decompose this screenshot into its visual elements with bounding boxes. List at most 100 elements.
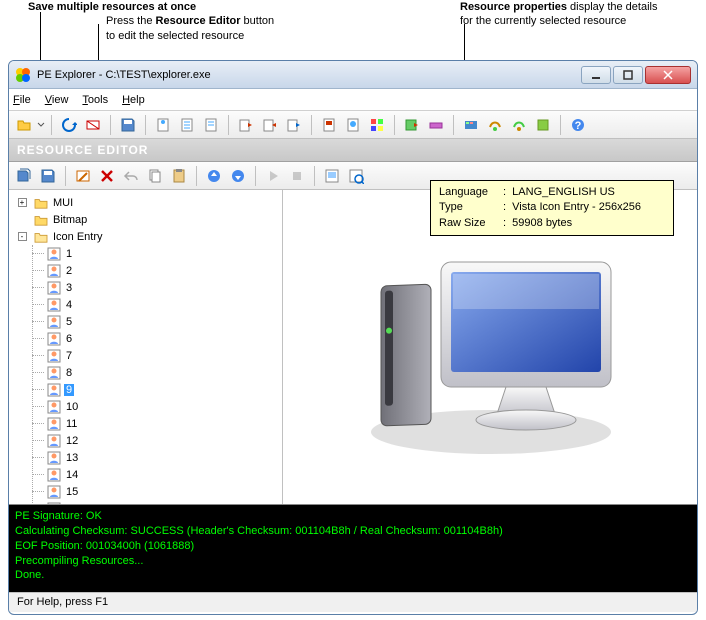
tree-folder[interactable]: - Icon Entry [13, 228, 278, 245]
minimize-button[interactable] [581, 66, 611, 84]
tree-item-label: 6 [64, 333, 74, 345]
tree-item-label: 2 [64, 265, 74, 277]
window-title: PE Explorer - C:\TEST\explorer.exe [37, 69, 581, 81]
tree-item[interactable]: 12 [33, 432, 278, 449]
down-button[interactable] [227, 165, 249, 187]
help-button[interactable]: ? [567, 114, 589, 136]
res1-button[interactable] [318, 114, 340, 136]
preview-panel [283, 190, 697, 504]
save-all-button[interactable] [13, 165, 35, 187]
tree-item[interactable]: 6 [33, 330, 278, 347]
menu-tools[interactable]: Tools [82, 94, 108, 106]
tree-item-label: 14 [64, 469, 80, 481]
expand-toggle[interactable]: - [18, 232, 27, 241]
disabled-button [82, 114, 104, 136]
tree-item[interactable]: 16 [33, 500, 278, 504]
tree-item-label: 15 [64, 486, 80, 498]
tool1-button[interactable] [401, 114, 423, 136]
callout-props: Resource properties display the details … [460, 0, 690, 29]
resource-editor-button[interactable] [72, 165, 94, 187]
res2-button[interactable] [342, 114, 364, 136]
menu-view[interactable]: View [45, 94, 69, 106]
plugin4-button[interactable] [532, 114, 554, 136]
tree-item[interactable]: 9 [33, 381, 278, 398]
editor-band: RESOURCE EDITOR [9, 139, 697, 162]
save-button[interactable] [117, 114, 139, 136]
tree-item[interactable]: 1 [33, 245, 278, 262]
tree-item[interactable]: 15 [33, 483, 278, 500]
callout-props-title: Resource properties [460, 1, 567, 13]
tree-item[interactable]: 13 [33, 449, 278, 466]
save-single-button[interactable] [37, 165, 59, 187]
body-area: +MUIBitmap-Icon Entry1234567891011121314… [9, 190, 697, 504]
play-button[interactable] [262, 165, 284, 187]
dropdown-icon[interactable] [37, 117, 45, 133]
maximize-button[interactable] [613, 66, 643, 84]
callout-save-title: Save multiple resources at once [28, 1, 196, 13]
properties-tooltip: Language: LANG_ENGLISH US Type: Vista Ic… [430, 180, 674, 236]
paste-button[interactable] [168, 165, 190, 187]
tree-item-label: 7 [64, 350, 74, 362]
plugin3-button[interactable] [508, 114, 530, 136]
tree-item[interactable]: 4 [33, 296, 278, 313]
tree-scroll[interactable]: +MUIBitmap-Icon Entry1234567891011121314… [9, 190, 282, 504]
plugin1-button[interactable] [460, 114, 482, 136]
tree-item-label: 8 [64, 367, 74, 379]
copy-button[interactable] [144, 165, 166, 187]
tree-folder[interactable]: Bitmap [13, 211, 278, 228]
console: PE Signature: OKCalculating Checksum: SU… [9, 504, 697, 592]
tree-item-label: 10 [64, 401, 80, 413]
delete-button[interactable] [96, 165, 118, 187]
tree-item-label: 11 [64, 418, 79, 430]
tree-item-label: 1 [64, 248, 74, 260]
tree-label: Icon Entry [51, 231, 105, 243]
preview-image [284, 190, 697, 504]
stop-button[interactable] [286, 165, 308, 187]
view1-button[interactable] [321, 165, 343, 187]
tree-label: MUI [51, 197, 75, 209]
tree-folder[interactable]: + MUI [13, 194, 278, 211]
app-icon [15, 67, 31, 83]
doc2-button[interactable] [176, 114, 198, 136]
tree-item[interactable]: 14 [33, 466, 278, 483]
undo-button[interactable] [120, 165, 142, 187]
tree-item[interactable]: 3 [33, 279, 278, 296]
doc1-button[interactable] [152, 114, 174, 136]
tree-item-label: 4 [64, 299, 74, 311]
tree-item[interactable]: 7 [33, 347, 278, 364]
export2-button[interactable] [259, 114, 281, 136]
tree-item-label: 12 [64, 435, 80, 447]
tree-item[interactable]: 5 [33, 313, 278, 330]
statusbar: For Help, press F1 [9, 592, 697, 612]
expand-toggle[interactable]: + [18, 198, 27, 207]
titlebar[interactable]: PE Explorer - C:\TEST\explorer.exe [9, 61, 697, 89]
tree-item-label: 3 [64, 282, 74, 294]
svg-text:?: ? [575, 120, 582, 132]
callout-save: Save multiple resources at once Press th… [28, 0, 288, 43]
tree-item[interactable]: 10 [33, 398, 278, 415]
refresh-button[interactable] [58, 114, 80, 136]
console-line: EOF Position: 00103400h (1061888) [15, 539, 691, 554]
tool2-button[interactable] [425, 114, 447, 136]
view2-button[interactable] [345, 165, 367, 187]
menubar: File View Tools Help [9, 89, 697, 111]
plugin2-button[interactable] [484, 114, 506, 136]
close-button[interactable] [645, 66, 691, 84]
palette-button[interactable] [366, 114, 388, 136]
tree-item[interactable]: 2 [33, 262, 278, 279]
console-line: Done. [15, 568, 691, 583]
menu-file[interactable]: File [13, 94, 31, 106]
tree-item[interactable]: 8 [33, 364, 278, 381]
doc3-button[interactable] [200, 114, 222, 136]
open-button[interactable] [13, 114, 35, 136]
up-button[interactable] [203, 165, 225, 187]
export3-button[interactable] [283, 114, 305, 136]
tree-panel: +MUIBitmap-Icon Entry1234567891011121314… [9, 190, 283, 504]
export1-button[interactable] [235, 114, 257, 136]
console-line: Calculating Checksum: SUCCESS (Header's … [15, 524, 691, 539]
tree-item[interactable]: 11 [33, 415, 278, 432]
menu-help[interactable]: Help [122, 94, 145, 106]
tree-item-label: 13 [64, 452, 80, 464]
console-line: PE Signature: OK [15, 509, 691, 524]
tree-item-label: 9 [64, 384, 74, 396]
